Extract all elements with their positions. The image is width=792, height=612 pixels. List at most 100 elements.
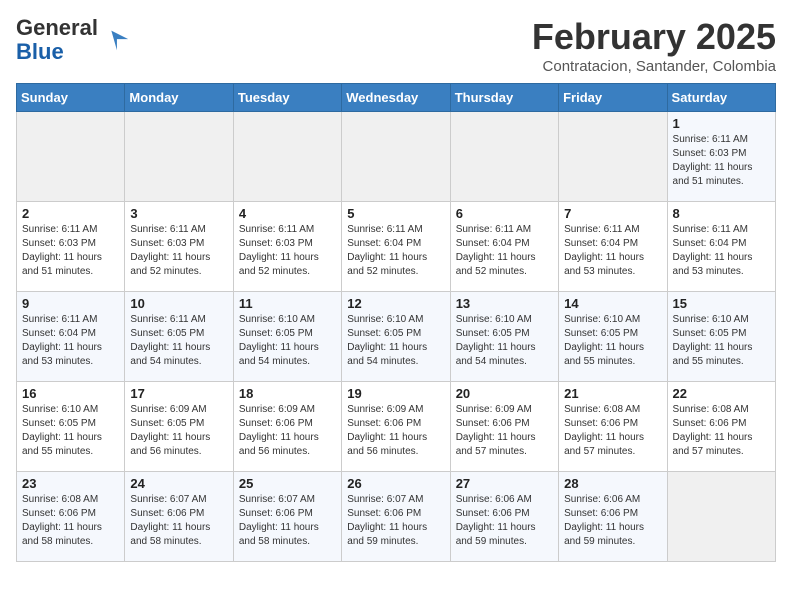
calendar-cell: 11 Sunrise: 6:10 AM Sunset: 6:05 PM Dayli… [233, 292, 341, 382]
calendar-cell: 10 Sunrise: 6:11 AM Sunset: 6:05 PM Dayli… [125, 292, 233, 382]
day-info: Sunrise: 6:09 AM Sunset: 6:05 PM Dayligh… [130, 403, 227, 459]
calendar-cell [667, 472, 775, 562]
day-info: Sunrise: 6:11 AM Sunset: 6:03 PM Dayligh… [130, 223, 227, 279]
month-title: February 2025 [532, 16, 776, 58]
calendar-cell [450, 112, 558, 202]
calendar-cell: 23 Sunrise: 6:08 AM Sunset: 6:06 PM Dayli… [17, 472, 125, 562]
calendar-cell: 27 Sunrise: 6:06 AM Sunset: 6:06 PM Dayli… [450, 472, 558, 562]
day-number: 18 [239, 386, 336, 401]
calendar-cell: 1 Sunrise: 6:11 AM Sunset: 6:03 PM Daylig… [667, 112, 775, 202]
day-info: Sunrise: 6:11 AM Sunset: 6:04 PM Dayligh… [347, 223, 444, 279]
day-number: 25 [239, 476, 336, 491]
day-info: Sunrise: 6:08 AM Sunset: 6:06 PM Dayligh… [22, 493, 119, 549]
day-info: Sunrise: 6:08 AM Sunset: 6:06 PM Dayligh… [564, 403, 661, 459]
day-number: 4 [239, 206, 336, 221]
calendar-cell: 19Sunrise: 6:09 AM Sunset: 6:06 PM Dayli… [342, 382, 450, 472]
calendar-cell [125, 112, 233, 202]
day-number: 3 [130, 206, 227, 221]
day-number: 8 [673, 206, 770, 221]
day-info: Sunrise: 6:06 AM Sunset: 6:06 PM Dayligh… [456, 493, 553, 549]
day-info: Sunrise: 6:10 AM Sunset: 6:05 PM Dayligh… [347, 313, 444, 369]
calendar-cell: 21 Sunrise: 6:08 AM Sunset: 6:06 PM Dayli… [559, 382, 667, 472]
day-info: Sunrise: 6:11 AM Sunset: 6:05 PM Dayligh… [130, 313, 227, 369]
day-number: 1 [673, 116, 770, 131]
calendar-week-row: 16 Sunrise: 6:10 AM Sunset: 6:05 PM Dayli… [17, 382, 776, 472]
weekday-header-saturday: Saturday [667, 84, 775, 112]
day-number: 13 [456, 296, 553, 311]
day-info: Sunrise: 6:11 AM Sunset: 6:04 PM Dayligh… [22, 313, 119, 369]
weekday-header-tuesday: Tuesday [233, 84, 341, 112]
day-number: 27 [456, 476, 553, 491]
day-number: 26 [347, 476, 444, 491]
day-number: 11 [239, 296, 336, 311]
calendar-cell: 12Sunrise: 6:10 AM Sunset: 6:05 PM Dayli… [342, 292, 450, 382]
day-number: 6 [456, 206, 553, 221]
calendar-cell: 26Sunrise: 6:07 AM Sunset: 6:06 PM Dayli… [342, 472, 450, 562]
day-number: 15 [673, 296, 770, 311]
day-number: 16 [22, 386, 119, 401]
day-info: Sunrise: 6:07 AM Sunset: 6:06 PM Dayligh… [239, 493, 336, 549]
calendar-cell: 3 Sunrise: 6:11 AM Sunset: 6:03 PM Daylig… [125, 202, 233, 292]
weekday-header-monday: Monday [125, 84, 233, 112]
calendar-cell: 22Sunrise: 6:08 AM Sunset: 6:06 PM Dayli… [667, 382, 775, 472]
logo-blue-text: Blue [16, 39, 64, 64]
day-info: Sunrise: 6:10 AM Sunset: 6:05 PM Dayligh… [239, 313, 336, 369]
calendar-cell: 9 Sunrise: 6:11 AM Sunset: 6:04 PM Daylig… [17, 292, 125, 382]
calendar-cell: 2 Sunrise: 6:11 AM Sunset: 6:03 PM Daylig… [17, 202, 125, 292]
weekday-header-friday: Friday [559, 84, 667, 112]
calendar-cell: 18 Sunrise: 6:09 AM Sunset: 6:06 PM Dayli… [233, 382, 341, 472]
logo-general-text: General [16, 15, 98, 40]
day-number: 14 [564, 296, 661, 311]
day-info: Sunrise: 6:09 AM Sunset: 6:06 PM Dayligh… [347, 403, 444, 459]
day-number: 21 [564, 386, 661, 401]
day-number: 17 [130, 386, 227, 401]
calendar-cell: 6Sunrise: 6:11 AM Sunset: 6:04 PM Daylig… [450, 202, 558, 292]
day-info: Sunrise: 6:06 AM Sunset: 6:06 PM Dayligh… [564, 493, 661, 549]
calendar-week-row: 23 Sunrise: 6:08 AM Sunset: 6:06 PM Dayli… [17, 472, 776, 562]
day-info: Sunrise: 6:11 AM Sunset: 6:03 PM Dayligh… [673, 133, 770, 189]
calendar-cell: 24 Sunrise: 6:07 AM Sunset: 6:06 PM Dayli… [125, 472, 233, 562]
day-number: 2 [22, 206, 119, 221]
calendar-cell: 8 Sunrise: 6:11 AM Sunset: 6:04 PM Daylig… [667, 202, 775, 292]
calendar-cell [17, 112, 125, 202]
calendar-cell: 7 Sunrise: 6:11 AM Sunset: 6:04 PM Daylig… [559, 202, 667, 292]
calendar-table: SundayMondayTuesdayWednesdayThursdayFrid… [16, 83, 776, 562]
day-number: 20 [456, 386, 553, 401]
day-number: 28 [564, 476, 661, 491]
day-info: Sunrise: 6:10 AM Sunset: 6:05 PM Dayligh… [22, 403, 119, 459]
page-header: General Blue February 2025 Contratacion,… [16, 16, 776, 75]
logo-icon [102, 26, 130, 54]
calendar-cell [342, 112, 450, 202]
day-number: 9 [22, 296, 119, 311]
weekday-header-wednesday: Wednesday [342, 84, 450, 112]
location-subtitle: Contratacion, Santander, Colombia [532, 58, 776, 75]
weekday-header-sunday: Sunday [17, 84, 125, 112]
day-number: 23 [22, 476, 119, 491]
weekday-header-thursday: Thursday [450, 84, 558, 112]
calendar-cell: 5 Sunrise: 6:11 AM Sunset: 6:04 PM Daylig… [342, 202, 450, 292]
day-info: Sunrise: 6:11 AM Sunset: 6:04 PM Dayligh… [673, 223, 770, 279]
calendar-cell: 15Sunrise: 6:10 AM Sunset: 6:05 PM Dayli… [667, 292, 775, 382]
day-info: Sunrise: 6:11 AM Sunset: 6:03 PM Dayligh… [239, 223, 336, 279]
calendar-week-row: 9 Sunrise: 6:11 AM Sunset: 6:04 PM Daylig… [17, 292, 776, 382]
calendar-cell: 4 Sunrise: 6:11 AM Sunset: 6:03 PM Daylig… [233, 202, 341, 292]
day-info: Sunrise: 6:11 AM Sunset: 6:04 PM Dayligh… [564, 223, 661, 279]
weekday-header-row: SundayMondayTuesdayWednesdayThursdayFrid… [17, 84, 776, 112]
calendar-cell: 16 Sunrise: 6:10 AM Sunset: 6:05 PM Dayli… [17, 382, 125, 472]
day-number: 5 [347, 206, 444, 221]
day-info: Sunrise: 6:07 AM Sunset: 6:06 PM Dayligh… [130, 493, 227, 549]
calendar-cell: 14Sunrise: 6:10 AM Sunset: 6:05 PM Dayli… [559, 292, 667, 382]
day-number: 10 [130, 296, 227, 311]
calendar-cell: 20Sunrise: 6:09 AM Sunset: 6:06 PM Dayli… [450, 382, 558, 472]
day-info: Sunrise: 6:11 AM Sunset: 6:03 PM Dayligh… [22, 223, 119, 279]
day-number: 24 [130, 476, 227, 491]
calendar-cell [233, 112, 341, 202]
calendar-cell: 13 Sunrise: 6:10 AM Sunset: 6:05 PM Dayli… [450, 292, 558, 382]
calendar-week-row: 2 Sunrise: 6:11 AM Sunset: 6:03 PM Daylig… [17, 202, 776, 292]
day-info: Sunrise: 6:10 AM Sunset: 6:05 PM Dayligh… [456, 313, 553, 369]
calendar-cell: 17 Sunrise: 6:09 AM Sunset: 6:05 PM Dayli… [125, 382, 233, 472]
logo: General Blue [16, 16, 130, 64]
day-info: Sunrise: 6:09 AM Sunset: 6:06 PM Dayligh… [239, 403, 336, 459]
calendar-cell: 25 Sunrise: 6:07 AM Sunset: 6:06 PM Dayli… [233, 472, 341, 562]
day-number: 7 [564, 206, 661, 221]
